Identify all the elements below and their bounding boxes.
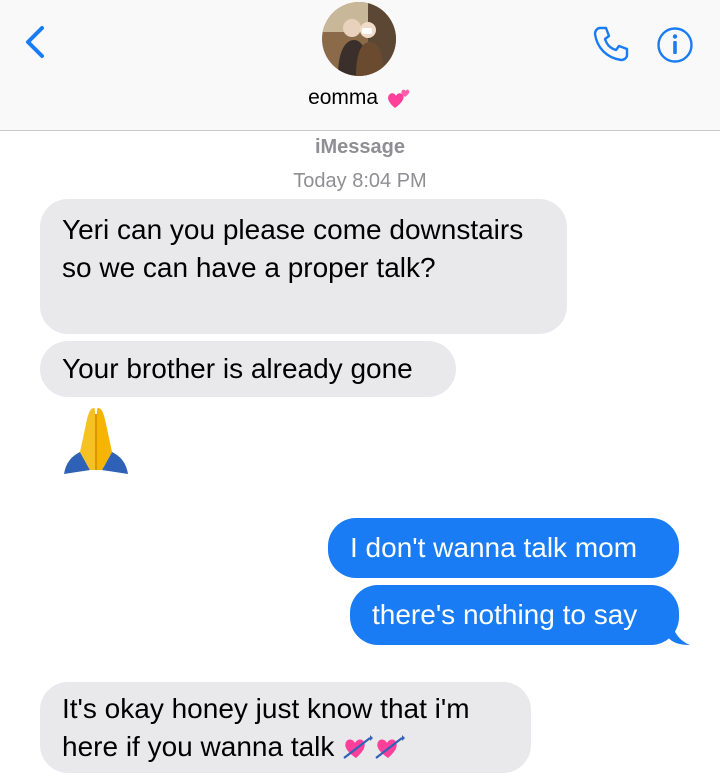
incoming-message[interactable]: Your brother is already gone	[40, 341, 456, 397]
phone-icon[interactable]	[591, 24, 631, 64]
message-text: Your brother is already gone	[62, 353, 413, 384]
chevron-left-icon[interactable]	[20, 22, 50, 62]
message-text-line: It's okay honey just know that i'm	[62, 693, 470, 724]
outgoing-message[interactable]: I don't wanna talk mom	[328, 518, 679, 578]
bubble-tail	[668, 623, 690, 645]
heart-with-arrow-icon	[375, 735, 406, 759]
service-label: iMessage	[314, 136, 406, 158]
message-text: there's nothing to say	[372, 599, 638, 630]
incoming-message[interactable]: Yeri can you please come downstairs so w…	[40, 199, 567, 334]
conversation-header: eomma	[0, 0, 720, 131]
incoming-message[interactable]: It's okay honey just know that i'm here …	[40, 682, 531, 773]
heart-with-arrow-icon	[343, 735, 374, 759]
contact-name-label: eomma	[308, 86, 379, 109]
outgoing-message[interactable]: there's nothing to say	[350, 585, 679, 645]
message-text: Yeri can you please come downstairs so w…	[62, 214, 524, 283]
contact-name[interactable]: eomma	[0, 86, 720, 110]
info-icon[interactable]	[656, 26, 694, 64]
message-text: I don't wanna talk mom	[350, 532, 638, 563]
two-hearts-icon	[388, 89, 410, 108]
folded-hands-emoji[interactable]	[60, 404, 132, 476]
avatar[interactable]	[322, 2, 396, 76]
message-text-line: here if you wanna talk	[62, 731, 335, 762]
message-timestamp: Today 8:04 PM	[293, 170, 427, 192]
